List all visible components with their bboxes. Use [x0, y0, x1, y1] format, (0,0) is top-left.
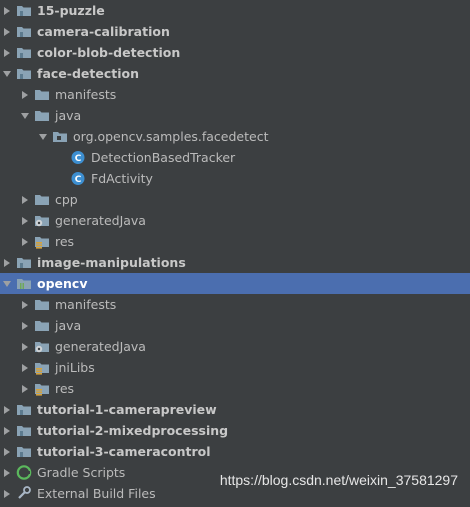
chevron-down-icon[interactable]: [2, 273, 12, 294]
chevron-right-icon[interactable]: [20, 189, 30, 210]
module-folder-icon: [16, 24, 32, 39]
chevron-right-icon[interactable]: [20, 378, 30, 399]
chevron-right-icon[interactable]: [2, 399, 12, 420]
tree-node-label: cpp: [55, 192, 78, 207]
resource-folder-icon: [34, 234, 50, 249]
tree-node-15-puzzle[interactable]: 15-puzzle: [0, 0, 470, 21]
tree-node-label: Gradle Scripts: [37, 465, 126, 480]
generated-source-folder-icon: [34, 213, 50, 228]
gradle-icon: [16, 465, 32, 480]
tree-node-face-detection[interactable]: face-detection: [0, 63, 470, 84]
tree-node-label: generatedJava: [55, 213, 146, 228]
watermark-text: https://blog.csdn.net/weixin_37581297: [219, 472, 458, 488]
tree-node-res[interactable]: res: [0, 231, 470, 252]
tree-node-image-manipulations[interactable]: image-manipulations: [0, 252, 470, 273]
tree-node-label: res: [55, 381, 75, 396]
generated-source-folder-icon: [34, 339, 50, 354]
java-class-icon: C: [70, 150, 86, 165]
tree-node-res[interactable]: res: [0, 378, 470, 399]
tree-node-label: color-blob-detection: [37, 45, 181, 60]
chevron-right-icon[interactable]: [20, 315, 30, 336]
chevron-right-icon[interactable]: [2, 42, 12, 63]
tree-node-color-blob-detection[interactable]: color-blob-detection: [0, 42, 470, 63]
chevron-right-icon[interactable]: [2, 462, 12, 483]
chevron-right-icon[interactable]: [2, 420, 12, 441]
tree-node-label: tutorial-3-cameracontrol: [37, 444, 211, 459]
folder-icon: [34, 297, 50, 312]
svg-text:C: C: [75, 154, 82, 164]
tree-node-opencv[interactable]: opencv: [0, 273, 470, 294]
tree-node-java[interactable]: java: [0, 315, 470, 336]
module-folder-icon: [16, 45, 32, 60]
tree-node-label: image-manipulations: [37, 255, 186, 270]
tree-node-label: 15-puzzle: [37, 3, 105, 18]
chevron-right-icon[interactable]: [2, 483, 12, 504]
tree-node-tutorial-1-camerapreview[interactable]: tutorial-1-camerapreview: [0, 399, 470, 420]
tree-node-label: java: [55, 318, 82, 333]
chevron-right-icon[interactable]: [20, 336, 30, 357]
project-tree: 15-puzzle camera-calibration color-blob-de…: [0, 0, 470, 504]
folder-icon: [34, 87, 50, 102]
chevron-right-icon[interactable]: [2, 252, 12, 273]
tree-node-label: java: [55, 108, 82, 123]
chevron-right-icon[interactable]: [2, 21, 12, 42]
library-module-icon: [16, 276, 32, 291]
module-folder-icon: [16, 423, 32, 438]
chevron-right-icon[interactable]: [20, 84, 30, 105]
chevron-right-icon[interactable]: [20, 294, 30, 315]
resource-folder-icon: [34, 360, 50, 375]
tree-node-label: manifests: [55, 297, 117, 312]
tree-node-label: jniLibs: [55, 360, 95, 375]
tree-node-label: DetectionBasedTracker: [91, 150, 236, 165]
chevron-right-icon[interactable]: [2, 441, 12, 462]
module-folder-icon: [16, 402, 32, 417]
chevron-down-icon[interactable]: [38, 126, 48, 147]
folder-icon: [34, 108, 50, 123]
module-folder-icon: [16, 444, 32, 459]
tree-node-label: manifests: [55, 87, 117, 102]
tree-node-cpp[interactable]: cpp: [0, 189, 470, 210]
tree-node-org-opencv-samples-facedetect[interactable]: org.opencv.samples.facedetect: [0, 126, 470, 147]
chevron-right-icon[interactable]: [20, 231, 30, 252]
external-build-files-icon: [16, 486, 32, 501]
resource-folder-icon: [34, 381, 50, 396]
tree-node-tutorial-2-mixedprocessing[interactable]: tutorial-2-mixedprocessing: [0, 420, 470, 441]
tree-node-tutorial-3-cameracontrol[interactable]: tutorial-3-cameracontrol: [0, 441, 470, 462]
tree-node-generatedjava[interactable]: generatedJava: [0, 336, 470, 357]
tree-node-manifests[interactable]: manifests: [0, 84, 470, 105]
tree-node-label: External Build Files: [37, 486, 156, 501]
tree-node-label: opencv: [37, 276, 88, 291]
tree-node-detectionbasedtracker[interactable]: C DetectionBasedTracker: [0, 147, 470, 168]
chevron-right-icon[interactable]: [20, 357, 30, 378]
package-icon: [52, 129, 68, 144]
module-folder-icon: [16, 3, 32, 18]
tree-node-label: generatedJava: [55, 339, 146, 354]
tree-node-label: camera-calibration: [37, 24, 170, 39]
tree-node-label: tutorial-1-camerapreview: [37, 402, 217, 417]
tree-node-jnilibs[interactable]: jniLibs: [0, 357, 470, 378]
tree-node-label: tutorial-2-mixedprocessing: [37, 423, 229, 438]
tree-node-fdactivity[interactable]: C FdActivity: [0, 168, 470, 189]
chevron-down-icon[interactable]: [20, 105, 30, 126]
tree-node-label: FdActivity: [91, 171, 153, 186]
tree-node-label: org.opencv.samples.facedetect: [73, 129, 269, 144]
java-class-icon: C: [70, 171, 86, 186]
module-folder-icon: [16, 66, 32, 81]
tree-node-label: res: [55, 234, 75, 249]
module-folder-icon: [16, 255, 32, 270]
folder-icon: [34, 192, 50, 207]
tree-node-label: face-detection: [37, 66, 139, 81]
folder-icon: [34, 318, 50, 333]
tree-node-java[interactable]: java: [0, 105, 470, 126]
chevron-down-icon[interactable]: [2, 63, 12, 84]
tree-node-generatedjava[interactable]: generatedJava: [0, 210, 470, 231]
svg-text:C: C: [75, 175, 82, 185]
chevron-right-icon[interactable]: [2, 0, 12, 21]
tree-node-camera-calibration[interactable]: camera-calibration: [0, 21, 470, 42]
tree-node-manifests[interactable]: manifests: [0, 294, 470, 315]
chevron-right-icon[interactable]: [20, 210, 30, 231]
